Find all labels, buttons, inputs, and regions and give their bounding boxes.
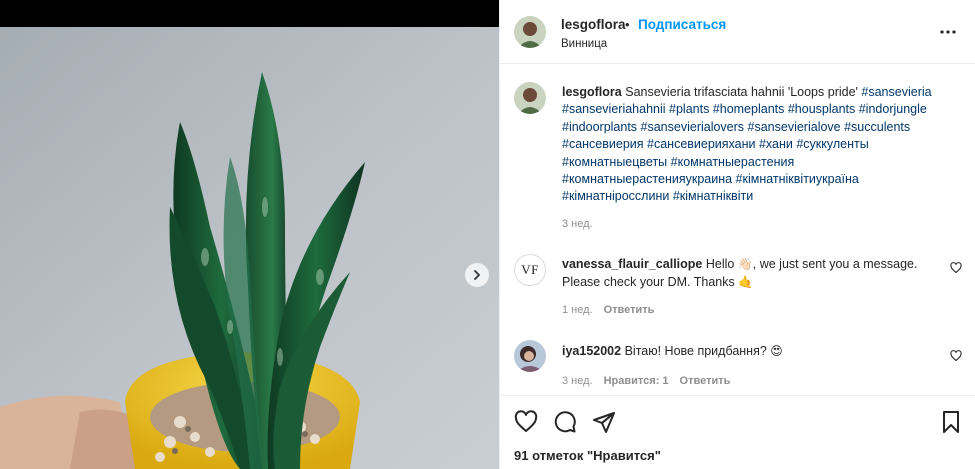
paper-plane-icon[interactable] [592,410,616,434]
commenter-avatar[interactable] [514,340,546,372]
chevron-right-icon [474,270,480,280]
caption-text: Sansevieria trifasciata hahnii 'Loops pr… [625,85,858,99]
post-media [0,0,499,469]
separator-dot: • [625,17,630,32]
caption-author-avatar[interactable] [514,82,546,114]
reply-button[interactable]: Ответить [604,304,655,316]
likes-count[interactable]: 91 отметок "Нравится" [514,448,661,463]
comment-timestamp[interactable]: 3 нед. [562,375,593,387]
avatar-monogram: VF [521,262,539,277]
heart-icon[interactable] [950,262,962,274]
heart-icon[interactable] [950,350,962,362]
author-avatar[interactable] [514,16,546,48]
comment-icon[interactable] [553,410,577,434]
heart-icon[interactable] [514,410,538,434]
call-me-emoji: 🤙 [738,274,754,289]
post-actions-bar: 91 отметок "Нравится" [500,395,975,469]
comment-body-start: Hello [705,257,735,271]
comment-meta: 3 нед. Нравится: 1 Ответить [562,375,730,387]
comment-timestamp[interactable]: 1 нед. [562,304,593,316]
comment-text: vanessa_flauir_calliope Hello 👋🏻, we jus… [562,256,932,291]
author-username[interactable]: lesgoflora [561,17,626,32]
commenter-avatar[interactable]: VF [514,254,546,286]
reply-button[interactable]: Ответить [680,375,731,387]
post-caption: lesgoflora Sansevieria trifasciata hahni… [562,84,952,206]
caption-hashtags[interactable]: #sansevieria #sansevieriahahnii #plants … [562,85,932,203]
post-header: lesgoflora • Подписаться Винница [500,0,975,64]
next-photo-button[interactable] [465,263,489,287]
caption-username[interactable]: lesgoflora [562,85,622,99]
comment-likes-count[interactable]: Нравится: 1 [604,375,669,387]
caption-timestamp[interactable]: 3 нед. [562,218,593,230]
comment-username[interactable]: iya152002 [562,344,621,358]
post-side-panel: lesgoflora • Подписаться Винница lesgofl… [499,0,975,469]
comment-body: Вітаю! Нове придбання? [624,344,767,358]
follow-button[interactable]: Подписаться [638,17,726,32]
comment-text: iya152002 Вітаю! Нове придбання? 😍 [562,343,932,361]
wave-emoji: 👋🏻 [737,257,753,271]
comment-username[interactable]: vanessa_flauir_calliope [562,257,702,271]
post-photo [0,27,499,469]
comment-meta: 1 нед. Ответить [562,304,654,316]
bookmark-icon[interactable] [939,410,963,434]
heart-eyes-emoji: 😍 [770,344,783,358]
post-location[interactable]: Винница [561,38,607,50]
more-options-icon[interactable] [938,24,958,40]
